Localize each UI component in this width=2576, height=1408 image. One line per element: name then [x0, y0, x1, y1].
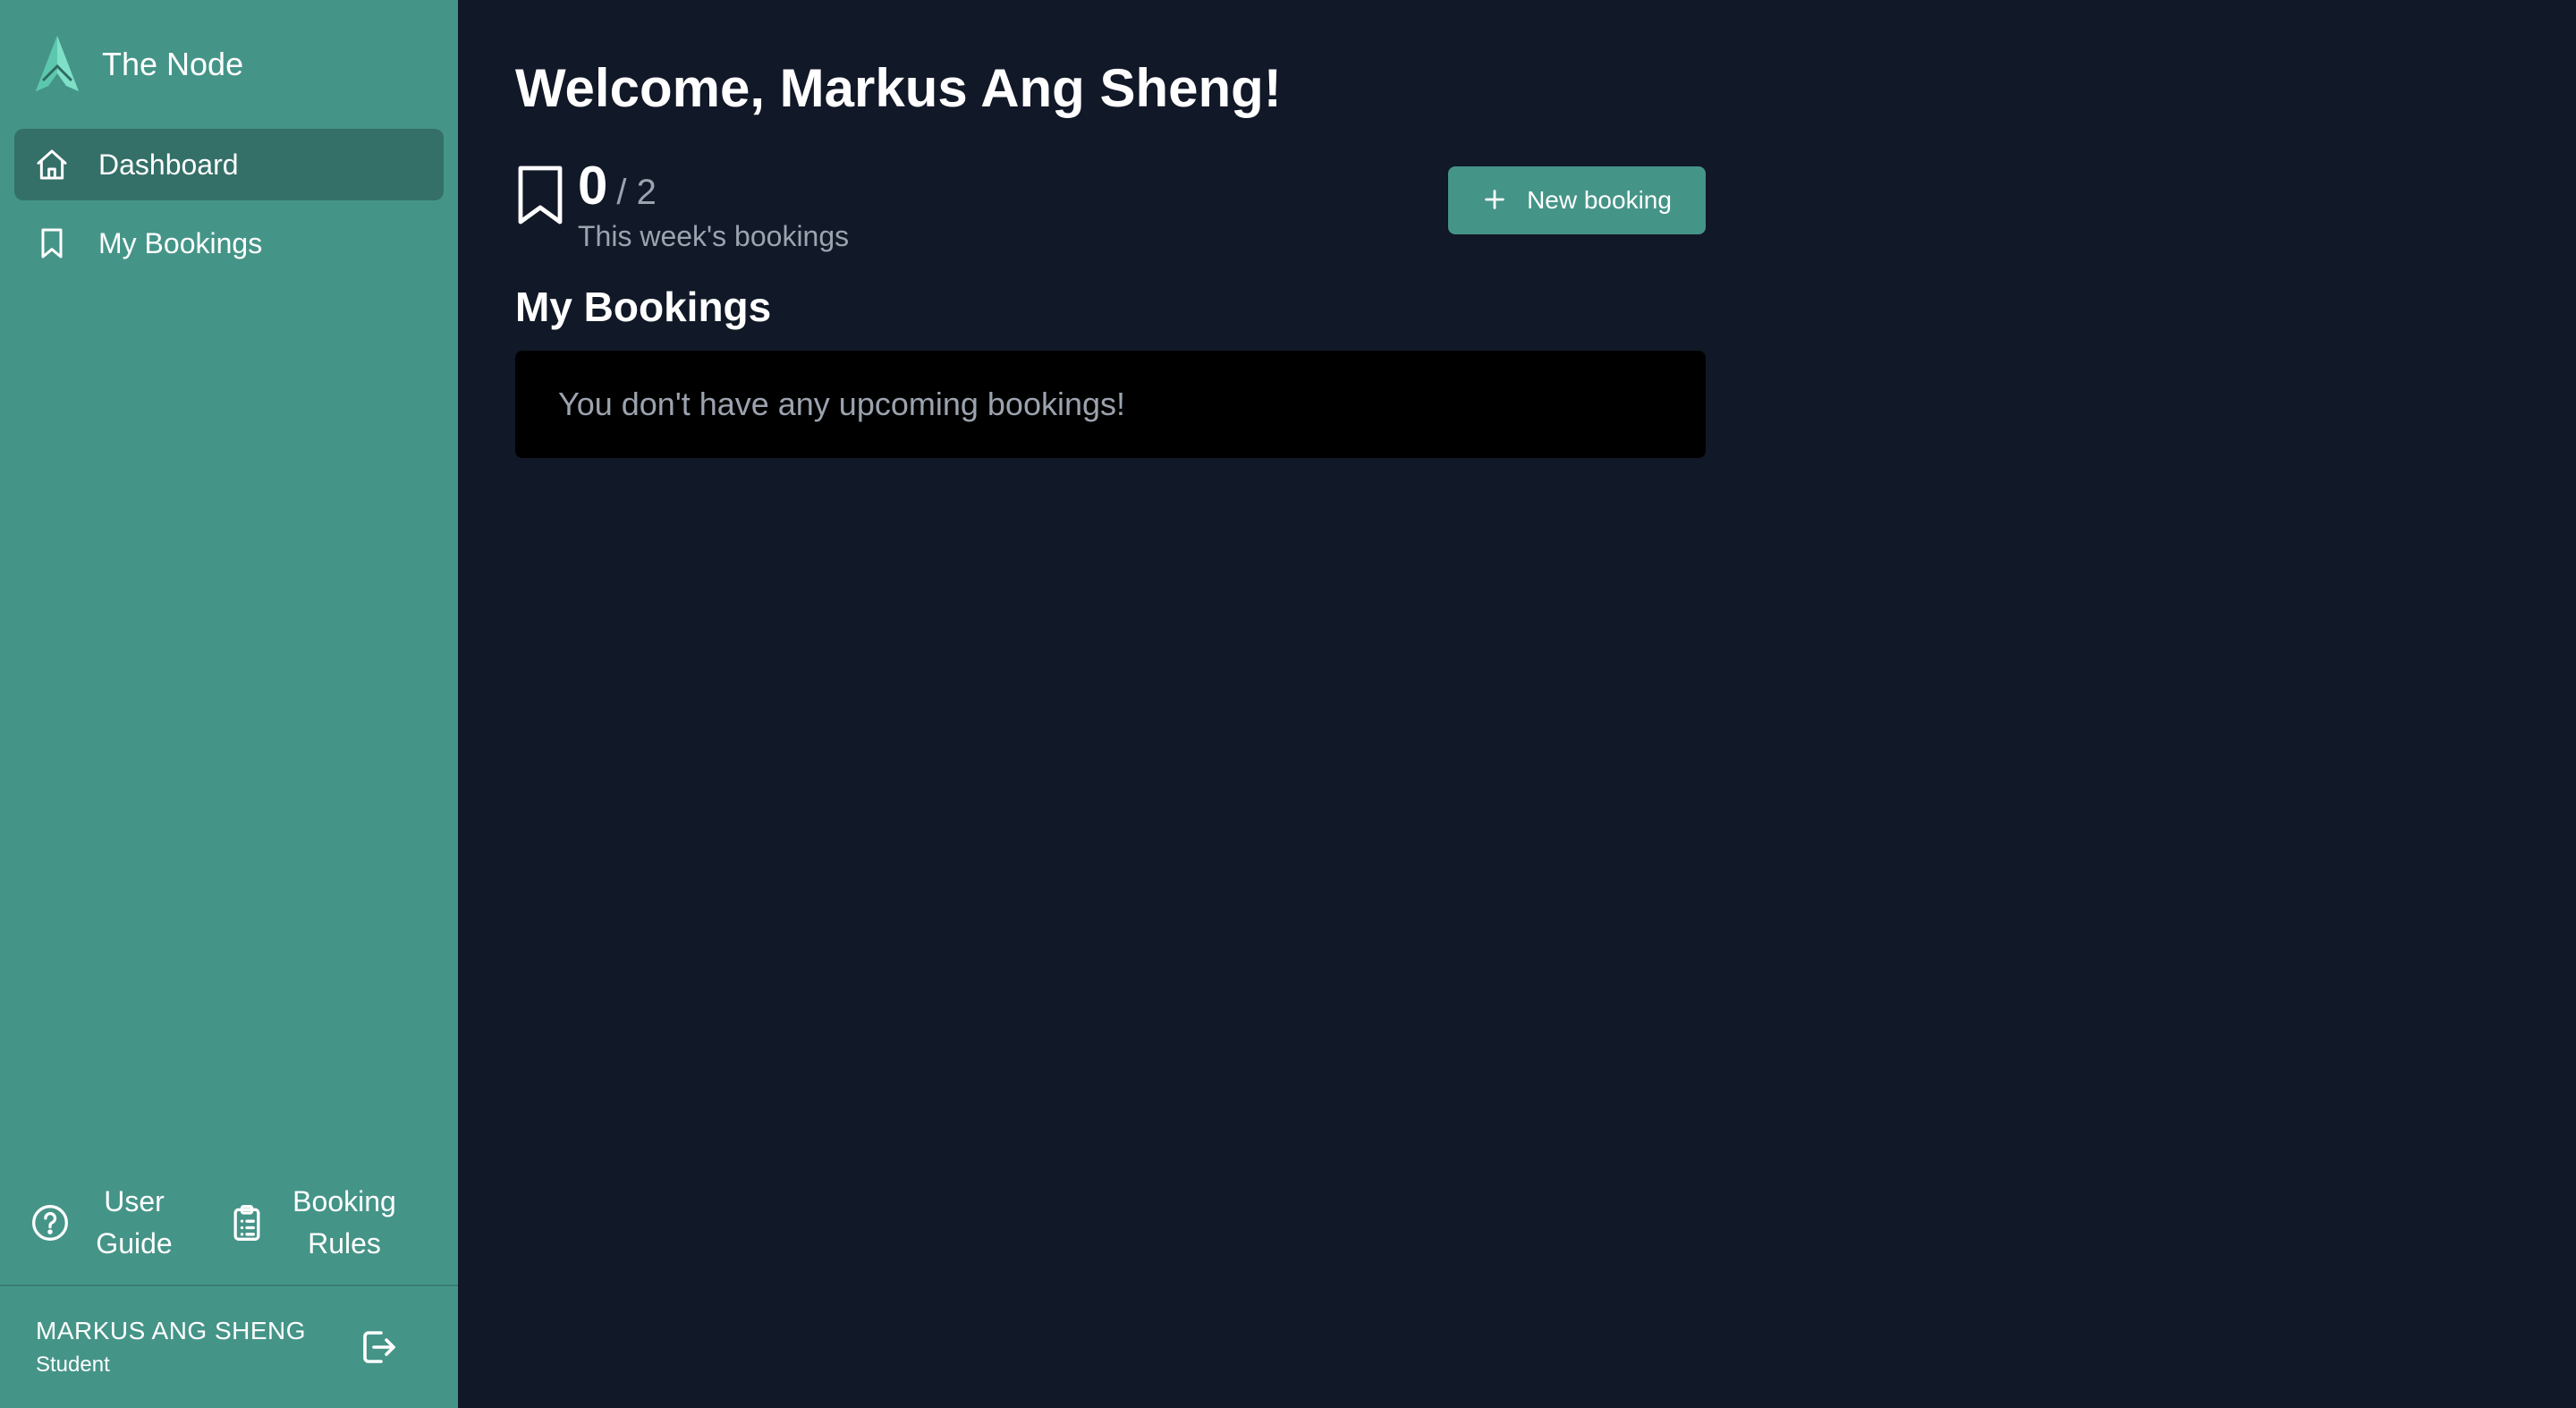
sidebar: The Node Dashboard My Bookings User Guid…	[0, 0, 458, 1408]
tent-logo-icon	[36, 36, 79, 91]
section-title-my-bookings: My Bookings	[515, 284, 772, 330]
plus-icon	[1482, 182, 1507, 218]
user-name: MARKUS ANG SHENG	[36, 1317, 307, 1344]
sidebar-nav: Dashboard My Bookings	[0, 129, 458, 286]
bookings-count: 0	[578, 156, 608, 216]
sidebar-bottom-links: User Guide Booking Rules	[0, 1163, 458, 1283]
sidebar-item-label: My Bookings	[98, 226, 263, 259]
bookmark-icon	[32, 224, 72, 263]
empty-bookings-message: You don't have any upcoming bookings!	[515, 351, 1706, 458]
sidebar-item-label: Dashboard	[98, 148, 239, 181]
bookings-limit: / 2	[616, 173, 657, 212]
booking-rules-link[interactable]: Booking Rules	[225, 1181, 411, 1265]
clipboard-list-icon	[225, 1201, 268, 1244]
user-role: Student	[36, 1353, 110, 1377]
sidebar-item-my-bookings[interactable]: My Bookings	[14, 208, 444, 279]
home-icon	[32, 145, 72, 184]
logout-icon[interactable]	[352, 1322, 402, 1372]
page-title: Welcome, Markus Ang Sheng!	[515, 58, 1282, 118]
empty-message-text: You don't have any upcoming bookings!	[558, 386, 1126, 422]
sidebar-item-dashboard[interactable]: Dashboard	[14, 129, 444, 200]
user-guide-label: User Guide	[96, 1185, 173, 1260]
weekly-bookings-stat: 0/ 2 This week's bookings	[515, 157, 849, 253]
brand[interactable]: The Node	[0, 0, 458, 129]
bookmark-icon	[518, 165, 563, 225]
brand-name: The Node	[102, 46, 244, 82]
help-circle-icon	[29, 1201, 72, 1244]
new-booking-label: New booking	[1527, 186, 1672, 214]
main-content: Welcome, Markus Ang Sheng! 0/ 2 This wee…	[458, 0, 2576, 1408]
user-guide-link[interactable]: User Guide	[29, 1181, 208, 1265]
user-profile: MARKUS ANG SHENG Student	[0, 1285, 458, 1408]
stats-label: This week's bookings	[578, 220, 850, 252]
new-booking-button[interactable]: New booking	[1448, 166, 1706, 234]
booking-rules-label: Booking Rules	[292, 1185, 396, 1260]
user-info: MARKUS ANG SHENG Student	[36, 1317, 352, 1378]
stats-text: 0/ 2 This week's bookings	[578, 157, 849, 253]
app: The Node Dashboard My Bookings User Guid…	[0, 0, 2576, 1408]
